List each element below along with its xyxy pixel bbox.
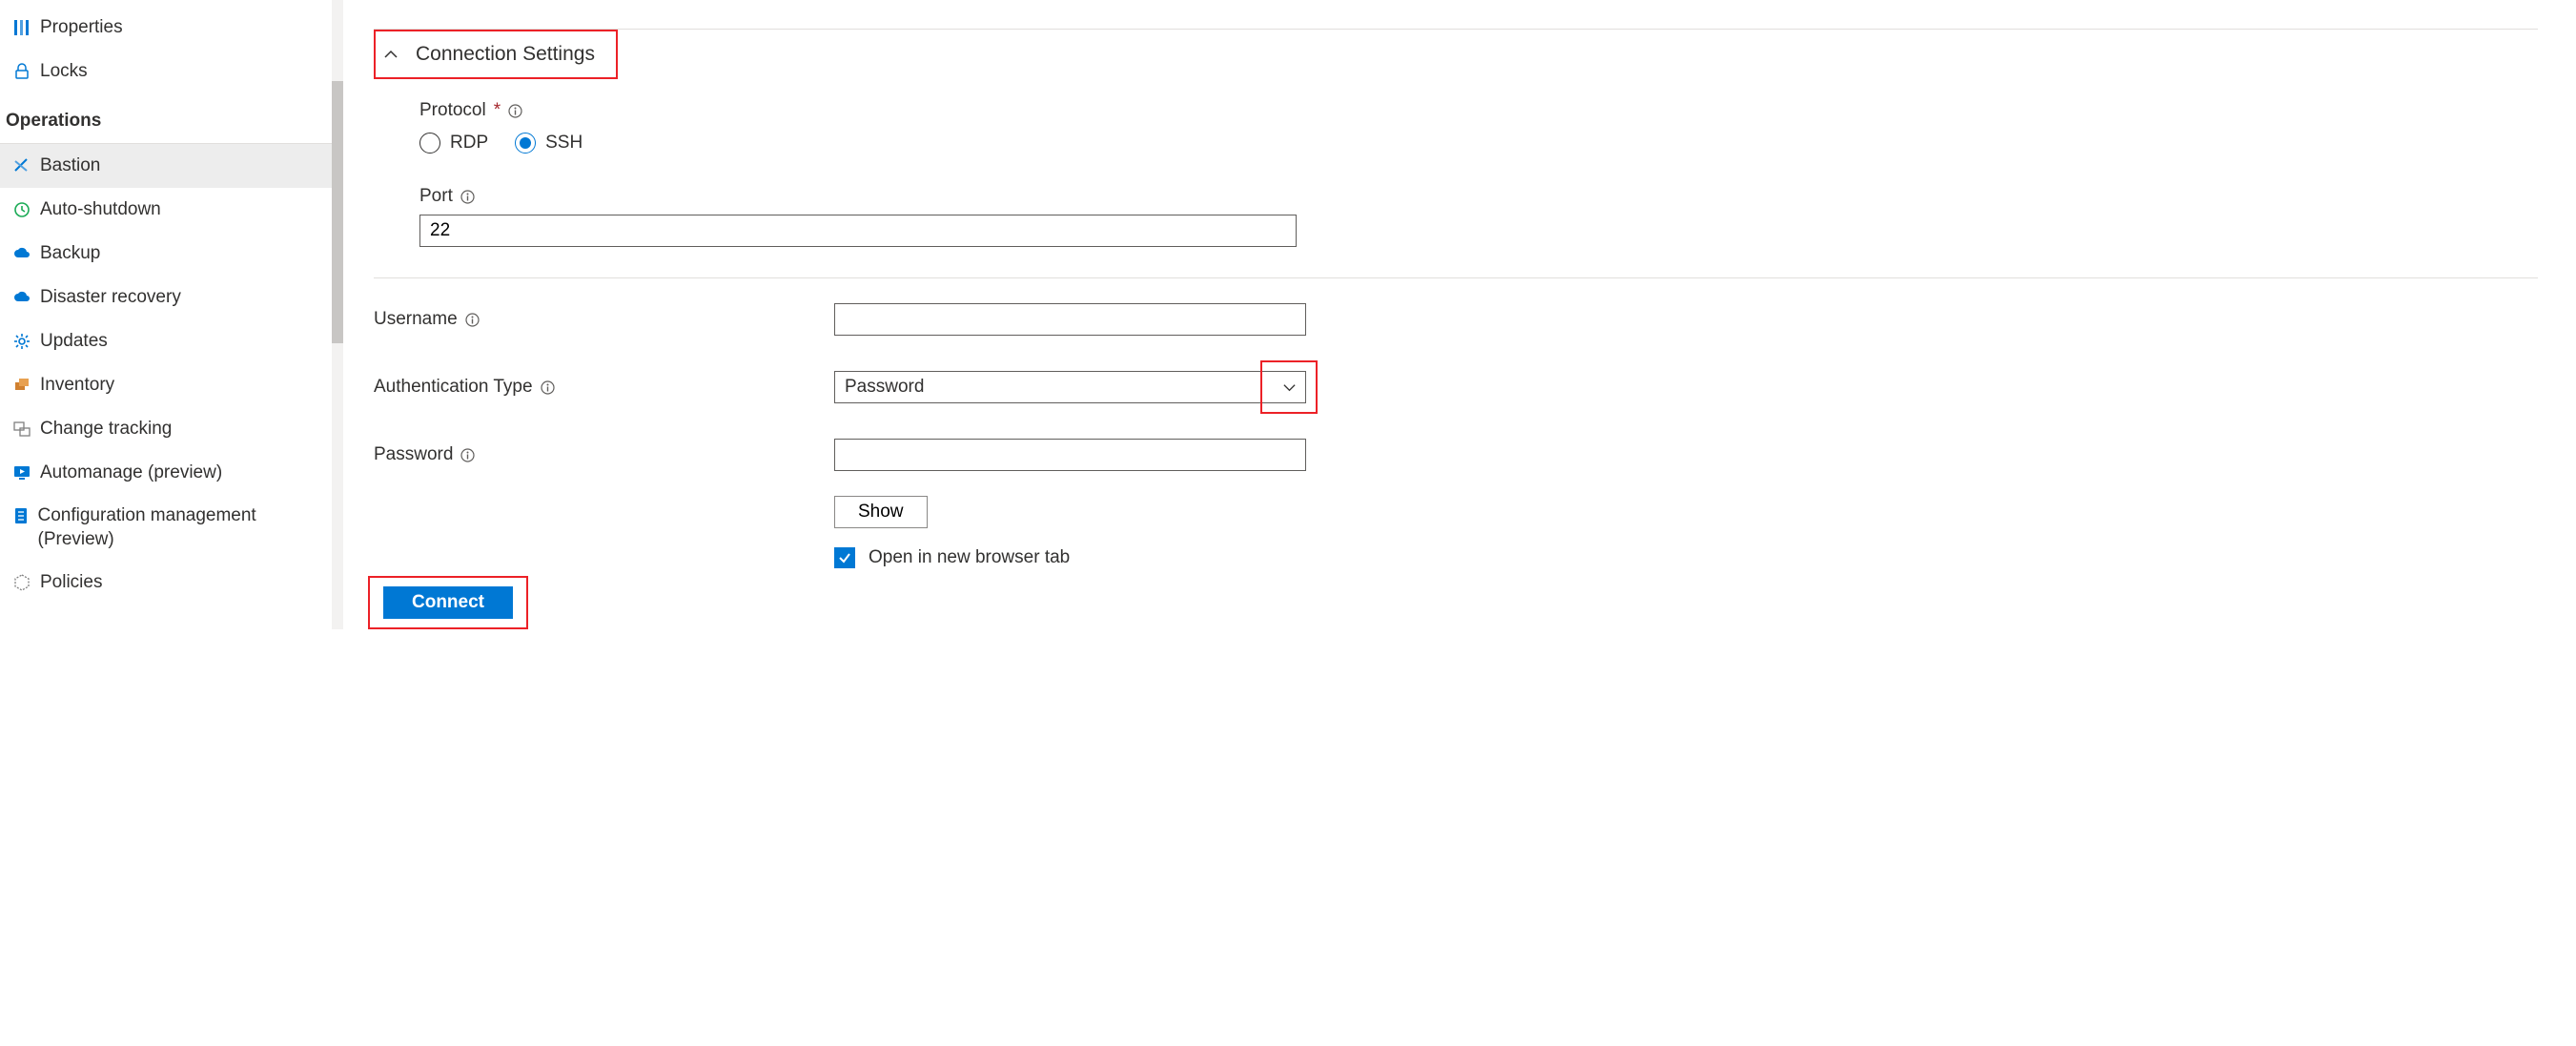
password-input[interactable] [834, 439, 1306, 471]
automanage-icon [8, 464, 36, 482]
sidebar-item-label: Automanage (preview) [40, 461, 241, 485]
select-value: Password [845, 377, 924, 398]
properties-icon [8, 19, 36, 36]
port-input[interactable] [419, 215, 1297, 247]
connect-button[interactable]: Connect [383, 586, 513, 619]
sidebar-item-locks[interactable]: Locks [0, 50, 332, 93]
radio-label: SSH [545, 133, 583, 154]
open-new-tab-label: Open in new browser tab [869, 547, 1070, 568]
sidebar-item-label: Policies [40, 571, 121, 595]
bastion-icon [8, 157, 36, 174]
sidebar-item-label: Auto-shutdown [40, 198, 180, 222]
sidebar-item-policies[interactable]: Policies [0, 561, 332, 605]
info-icon[interactable] [508, 104, 522, 118]
sidebar-item-auto-shutdown[interactable]: Auto-shutdown [0, 188, 332, 232]
connect-button-highlight: Connect [368, 576, 528, 629]
radio-checked-icon [515, 133, 536, 154]
sidebar-item-label: Updates [40, 330, 127, 354]
sidebar-item-label: Disaster recovery [40, 286, 200, 310]
sidebar-scrollbar[interactable] [332, 0, 343, 629]
port-label: Port [419, 186, 2576, 207]
sidebar-item-configuration-management[interactable]: Configuration management (Preview) [0, 495, 332, 561]
chevron-up-icon [383, 47, 399, 62]
sidebar-scrollbar-thumb[interactable] [332, 81, 343, 343]
radio-unchecked-icon [419, 133, 440, 154]
info-icon[interactable] [465, 313, 480, 327]
show-button[interactable]: Show [834, 496, 928, 528]
sidebar-item-inventory[interactable]: Inventory [0, 363, 332, 407]
protocol-radio-ssh[interactable]: SSH [515, 133, 583, 154]
auth-type-select[interactable]: Password [834, 371, 1306, 403]
sidebar-item-label: Change tracking [40, 418, 191, 441]
sidebar-item-label: Locks [40, 60, 107, 84]
username-label: Username [374, 309, 834, 330]
sidebar-section-operations: Operations [0, 93, 332, 144]
info-icon[interactable] [460, 190, 475, 204]
protocol-radio-group: RDP SSH [419, 133, 2576, 154]
sidebar-item-label: Configuration management (Preview) [38, 504, 333, 551]
clock-icon [8, 201, 36, 218]
sidebar-item-change-tracking[interactable]: Change tracking [0, 407, 332, 451]
sidebar-item-updates[interactable]: Updates [0, 319, 332, 363]
sidebar-item-label: Backup [40, 242, 119, 266]
inventory-icon [8, 377, 36, 394]
connection-settings-expander[interactable]: Connection Settings [374, 30, 618, 79]
username-input[interactable] [834, 303, 1306, 336]
clipboard-icon [8, 507, 34, 524]
password-label: Password [374, 444, 834, 465]
sidebar-item-disaster-recovery[interactable]: Disaster recovery [0, 276, 332, 319]
expander-title: Connection Settings [416, 43, 595, 66]
auth-type-label: Authentication Type [374, 377, 834, 398]
radio-label: RDP [450, 133, 488, 154]
cloud-dr-icon [8, 290, 36, 305]
sidebar-item-properties[interactable]: Properties [0, 6, 332, 50]
gear-icon [8, 333, 36, 350]
info-icon[interactable] [541, 380, 555, 395]
lock-icon [8, 63, 36, 80]
open-new-tab-checkbox[interactable] [834, 547, 855, 568]
sidebar-item-backup[interactable]: Backup [0, 232, 332, 276]
cloud-backup-icon [8, 246, 36, 261]
sidebar-item-automanage[interactable]: Automanage (preview) [0, 451, 332, 495]
sidebar-item-label: Properties [40, 16, 142, 40]
policies-icon [8, 574, 36, 591]
protocol-label: Protocol * [419, 100, 2576, 121]
info-icon[interactable] [460, 448, 475, 462]
sidebar-item-label: Bastion [40, 154, 119, 178]
change-tracking-icon [8, 420, 36, 438]
sidebar-item-label: Inventory [40, 374, 133, 398]
protocol-radio-rdp[interactable]: RDP [419, 133, 488, 154]
sidebar-item-bastion[interactable]: Bastion [0, 144, 332, 188]
